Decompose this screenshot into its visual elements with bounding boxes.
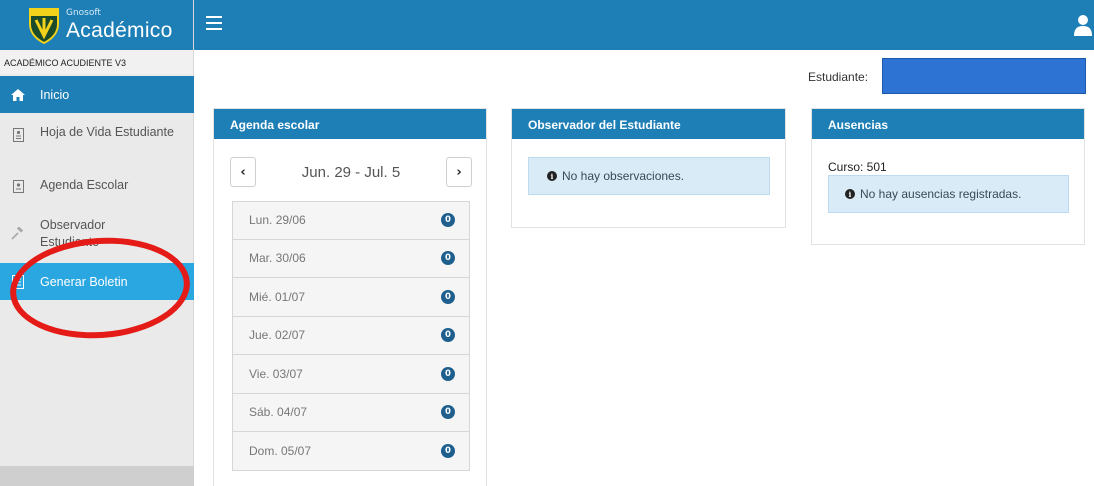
day-label: Vie. 03/07 [249,366,303,381]
app-root: Gnosoft Académico ACADÉMICO ACUDIENTE V3… [0,0,1094,486]
next-week-button[interactable]: › [446,157,472,187]
sidebar-item-observador[interactable]: Observador Estudiante [0,217,194,257]
info-icon: i [547,171,557,181]
document-icon [10,128,26,142]
sidebar-item-label: Inicio [40,87,70,102]
course-label: Curso: 501 [828,160,887,174]
sidebar-item-agenda-escolar[interactable]: Agenda Escolar [0,178,194,200]
day-label: Mié. 01/07 [249,289,306,304]
sidebar-item-inicio[interactable]: Inicio [0,76,194,113]
day-row[interactable]: Vie. 03/07 0 [232,355,470,394]
calendar-icon [10,180,26,193]
logo-brand-title: Académico [66,19,173,42]
info-alert: i No hay observaciones. [528,157,770,195]
day-row[interactable]: Mié. 01/07 0 [232,278,470,317]
observador-panel: Observador del Estudiante i No hay obser… [511,108,786,228]
sidebar-item-label: Hoja de Vida Estudiante [40,125,174,139]
school-shield-logo [29,8,59,44]
alert-message: No hay observaciones. [562,169,685,183]
logo-area[interactable]: Gnosoft Académico [0,0,193,50]
day-label: Lun. 29/06 [249,213,306,228]
sidebar-collapse-bar[interactable] [0,466,194,486]
role-label: ACADÉMICO ACUDIENTE V3 [0,50,193,74]
day-row[interactable]: Sáb. 04/07 0 [232,393,470,432]
day-label: Mar. 30/06 [249,251,306,266]
info-alert: i No hay ausencias registradas. [828,175,1069,213]
sidebar-item-label: Agenda Escolar [40,178,129,192]
panel-title: Agenda escolar [214,109,486,139]
ausencias-panel: Ausencias Curso: 501 i No hay ausencias … [811,108,1085,245]
prev-week-button[interactable]: ‹ [230,157,256,187]
panel-title: Ausencias [812,109,1084,139]
day-row[interactable]: Mar. 30/06 0 [232,239,470,278]
count-badge: 0 [441,213,455,228]
count-badge: 0 [441,443,455,458]
day-row[interactable]: Jue. 02/07 0 [232,316,470,355]
info-icon: i [845,189,855,199]
hamburger-icon[interactable] [206,16,222,30]
count-badge: 0 [441,366,455,381]
day-label: Dom. 05/07 [249,443,312,458]
sidebar-item-label: Observador Estudiante [40,218,106,249]
day-row[interactable]: Lun. 29/06 0 [232,201,470,240]
alert-message: No hay ausencias registradas. [860,187,1022,201]
count-badge: 0 [441,289,455,304]
logo-brand-small: Gnosoft [66,8,101,18]
sidebar: Gnosoft Académico ACADÉMICO ACUDIENTE V3… [0,0,194,486]
user-icon[interactable] [1074,14,1092,36]
home-icon [10,88,26,102]
logo-text: Gnosoft Académico [66,8,173,42]
gavel-icon [10,227,26,241]
sidebar-item-generar-boletin[interactable]: Generar Boletin [0,263,194,300]
count-badge: 0 [441,328,455,343]
week-range: Jun. 29 - Jul. 5 [301,164,401,181]
count-badge: 0 [441,405,455,420]
sidebar-item-hoja-de-vida[interactable]: Hoja de Vida Estudiante [0,124,194,164]
student-select[interactable] [882,58,1086,94]
day-row[interactable]: Dom. 05/07 0 [232,432,470,471]
top-bar [194,0,1094,50]
sidebar-item-label: Generar Boletin [40,274,128,289]
student-label: Estudiante: [808,70,869,84]
list-icon [10,274,26,289]
day-list: Lun. 29/06 0 Mar. 30/06 0 Mié. 01/07 0 Jue.… [232,201,470,471]
panel-title: Observador del Estudiante [512,109,785,139]
count-badge: 0 [441,251,455,266]
agenda-panel: Agenda escolar ‹ Jun. 29 - Jul. 5 › Lun.… [213,108,487,486]
day-label: Jue. 02/07 [249,328,306,343]
week-navigator: ‹ Jun. 29 - Jul. 5 › [230,157,472,189]
day-label: Sáb. 04/07 [249,405,308,420]
